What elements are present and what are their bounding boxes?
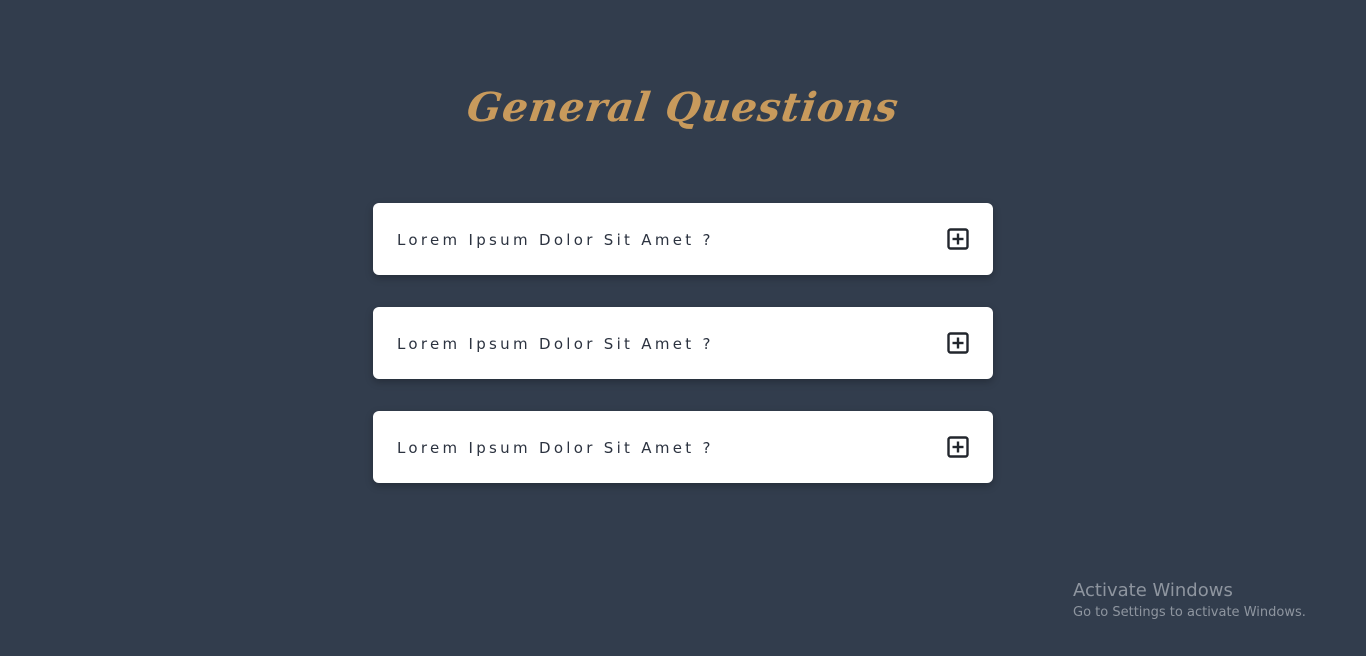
watermark-title: Activate Windows — [1073, 580, 1233, 601]
faq-question: Lorem Ipsum Dolor Sit Amet ? — [397, 335, 714, 353]
faq-question: Lorem Ipsum Dolor Sit Amet ? — [397, 231, 714, 249]
faq-item[interactable]: Lorem Ipsum Dolor Sit Amet ? — [373, 203, 993, 275]
page-title: General Questions — [464, 84, 902, 131]
plus-square-icon[interactable] — [947, 436, 969, 458]
activation-watermark: Activate Windows Go to Settings to activ… — [1073, 580, 1306, 622]
faq-item[interactable]: Lorem Ipsum Dolor Sit Amet ? — [373, 411, 993, 483]
faq-question: Lorem Ipsum Dolor Sit Amet ? — [397, 439, 714, 457]
faq-list: Lorem Ipsum Dolor Sit Amet ? Lorem Ipsum… — [373, 203, 993, 515]
plus-square-icon[interactable] — [947, 332, 969, 354]
faq-item[interactable]: Lorem Ipsum Dolor Sit Amet ? — [373, 307, 993, 379]
watermark-subtitle: Go to Settings to activate Windows. — [1073, 605, 1306, 620]
plus-square-icon[interactable] — [947, 228, 969, 250]
